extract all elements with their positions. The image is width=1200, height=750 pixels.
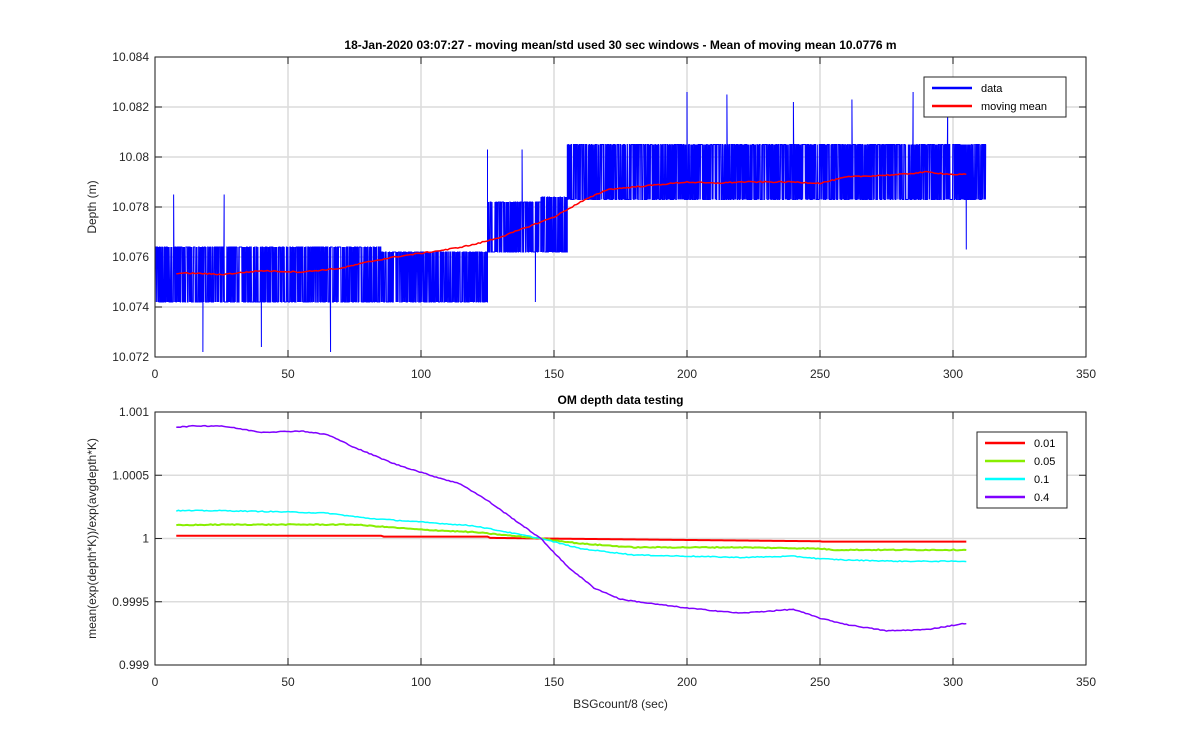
legend: data moving mean (923, 76, 1067, 118)
x-tick-label: 150 (544, 367, 564, 381)
chart-title: 18-Jan-2020 03:07:27 - moving mean/std u… (344, 38, 896, 52)
y-tick-label: 10.072 (112, 350, 149, 364)
y-tick-label: 1.0005 (112, 468, 149, 482)
x-tick-label: 0 (152, 675, 159, 689)
legend-label: moving mean (981, 101, 1047, 113)
legend-label: data (981, 83, 1003, 95)
x-tick-label: 100 (411, 367, 431, 381)
testing-chart: 0 50 100 150 200 250 300 350 0.999 0.9995 1 1.0005 1… (85, 393, 1096, 711)
y-tick-label: 10.082 (112, 100, 149, 114)
x-tick-label: 350 (1076, 367, 1096, 381)
y-tick-label: 10.08 (119, 150, 149, 164)
depth-chart: 0 50 100 150 200 250 300 350 10.072 10.074 10.076 1… (85, 38, 1096, 381)
x-tick-label: 250 (810, 367, 830, 381)
x-tick-label: 350 (1076, 675, 1096, 689)
legend-label: 0.1 (1034, 474, 1049, 486)
y-tick-label: 1 (142, 532, 149, 546)
y-tick-label: 0.9995 (112, 595, 149, 609)
y-tick-label: 0.999 (119, 658, 149, 672)
legend-label: 0.05 (1034, 456, 1055, 468)
x-tick-label: 100 (411, 675, 431, 689)
y-axis-label: Depth (m) (85, 180, 99, 233)
figure-canvas: 0 50 100 150 200 250 300 35010.07210.07410.0761… (85, 38, 1096, 711)
chart-title: OM depth data testing (558, 393, 684, 407)
x-tick-label: 300 (943, 367, 963, 381)
legend-label: 0.4 (1034, 492, 1049, 504)
y-tick-label: 10.076 (112, 250, 149, 264)
x-tick-label: 250 (810, 675, 830, 689)
y-tick-label: 10.084 (112, 50, 149, 64)
legend: 0.01 0.05 0.1 0.4 (976, 431, 1068, 509)
x-tick-label: 200 (677, 367, 697, 381)
x-tick-label: 50 (281, 675, 295, 689)
legend-label: 0.01 (1034, 438, 1055, 450)
y-tick-label: 1.001 (119, 405, 149, 419)
x-tick-label: 200 (677, 675, 697, 689)
x-tick-label: 0 (152, 367, 159, 381)
x-axis-label: BSGcount/8 (sec) (573, 697, 668, 711)
x-tick-label: 300 (943, 675, 963, 689)
x-tick-label: 150 (544, 675, 564, 689)
y-tick-label: 10.078 (112, 200, 149, 214)
x-tick-label: 50 (281, 367, 295, 381)
y-tick-label: 10.074 (112, 300, 149, 314)
y-axis-label: mean(exp(depth*K))/exp(avgdepth*K) (85, 438, 99, 639)
